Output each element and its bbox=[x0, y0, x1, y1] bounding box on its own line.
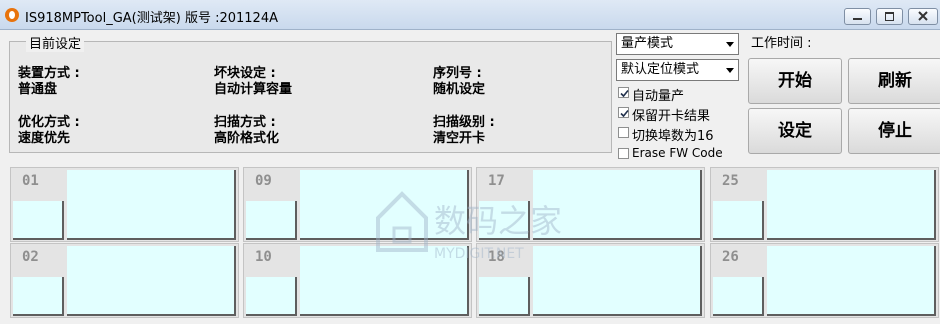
main-panel: 目前设定 装置方式 : 普通盘 坏块设定 : 自动计算容量 序列号 : 随机设定… bbox=[0, 30, 940, 324]
port-status-box bbox=[13, 201, 64, 240]
refresh-button[interactable]: 刷新 bbox=[848, 58, 940, 104]
checkbox-box[interactable] bbox=[618, 148, 629, 159]
switch-ports-label: 切换埠数为16 bbox=[632, 129, 714, 144]
title-bar: IS918MPTool_GA(测试架) 版号 :201124A bbox=[0, 0, 940, 30]
watermark-subtitle: MYDIGIT.NET bbox=[434, 246, 524, 262]
maximize-button[interactable] bbox=[876, 8, 903, 25]
device-mode-value: 普通盘 bbox=[18, 82, 58, 97]
close-icon bbox=[918, 11, 928, 21]
maximize-icon bbox=[885, 12, 894, 21]
port-status-box bbox=[13, 277, 64, 316]
scan-level-value: 清空开卡 bbox=[433, 131, 486, 146]
port-info-box bbox=[767, 170, 936, 240]
production-mode-select[interactable]: 量产模式 bbox=[616, 33, 739, 55]
port-slot[interactable]: 25 bbox=[710, 167, 939, 242]
port-info-box bbox=[767, 246, 936, 316]
minimize-icon bbox=[853, 18, 862, 20]
optimize-mode-value: 速度优先 bbox=[18, 131, 71, 146]
check-icon bbox=[620, 89, 629, 98]
current-settings-group: 目前设定 装置方式 : 普通盘 坏块设定 : 自动计算容量 序列号 : 随机设定… bbox=[9, 33, 612, 153]
port-status-box bbox=[713, 201, 764, 240]
port-info-box bbox=[67, 170, 236, 240]
keep-result-label: 保留开卡结果 bbox=[632, 109, 711, 124]
work-time-label: 工作时间 : bbox=[751, 36, 812, 51]
checkbox-box[interactable] bbox=[618, 107, 629, 118]
minimize-button[interactable] bbox=[844, 8, 871, 25]
serial-number-value: 随机设定 bbox=[433, 82, 486, 97]
port-slot[interactable]: 01 bbox=[10, 167, 239, 242]
checkbox-box[interactable] bbox=[618, 87, 629, 98]
port-number: 09 bbox=[255, 173, 272, 189]
position-mode-select[interactable]: 默认定位模式 bbox=[616, 59, 739, 81]
window-title: IS918MPTool_GA(测试架) 版号 :201124A bbox=[25, 11, 278, 26]
position-mode-value: 默认定位模式 bbox=[621, 62, 700, 77]
port-number: 10 bbox=[255, 249, 272, 265]
erase-fw-label: Erase FW Code bbox=[632, 146, 723, 160]
scan-mode-value: 高阶格式化 bbox=[214, 131, 280, 146]
dropdown-arrow-icon bbox=[726, 42, 734, 47]
port-slot[interactable]: 02 bbox=[10, 243, 239, 318]
watermark: 数码之家 MYDIGIT.NET bbox=[376, 191, 562, 262]
close-button[interactable] bbox=[908, 8, 938, 25]
checkbox-box[interactable] bbox=[618, 127, 629, 138]
settings-button[interactable]: 设定 bbox=[748, 108, 842, 154]
stop-button[interactable]: 停止 bbox=[848, 108, 940, 154]
port-status-box bbox=[713, 277, 764, 316]
port-status-box bbox=[246, 201, 297, 240]
port-info-box bbox=[67, 246, 236, 316]
group-title: 目前设定 bbox=[26, 33, 85, 52]
auto-production-label: 自动量产 bbox=[632, 89, 685, 104]
port-number: 01 bbox=[22, 173, 39, 189]
port-status-box bbox=[246, 277, 297, 316]
start-button[interactable]: 开始 bbox=[748, 58, 842, 104]
port-slot[interactable]: 26 bbox=[710, 243, 939, 318]
port-number: 26 bbox=[722, 249, 739, 265]
port-number: 25 bbox=[722, 173, 739, 189]
port-number: 02 bbox=[22, 249, 39, 265]
watermark-house-icon bbox=[376, 191, 428, 252]
check-icon bbox=[620, 109, 629, 118]
bad-block-value: 自动计算容量 bbox=[214, 82, 293, 97]
watermark-title: 数码之家 bbox=[434, 202, 562, 240]
port-status-box bbox=[479, 277, 530, 316]
dropdown-arrow-icon bbox=[726, 68, 734, 73]
production-mode-value: 量产模式 bbox=[621, 36, 674, 51]
app-icon bbox=[5, 8, 19, 22]
